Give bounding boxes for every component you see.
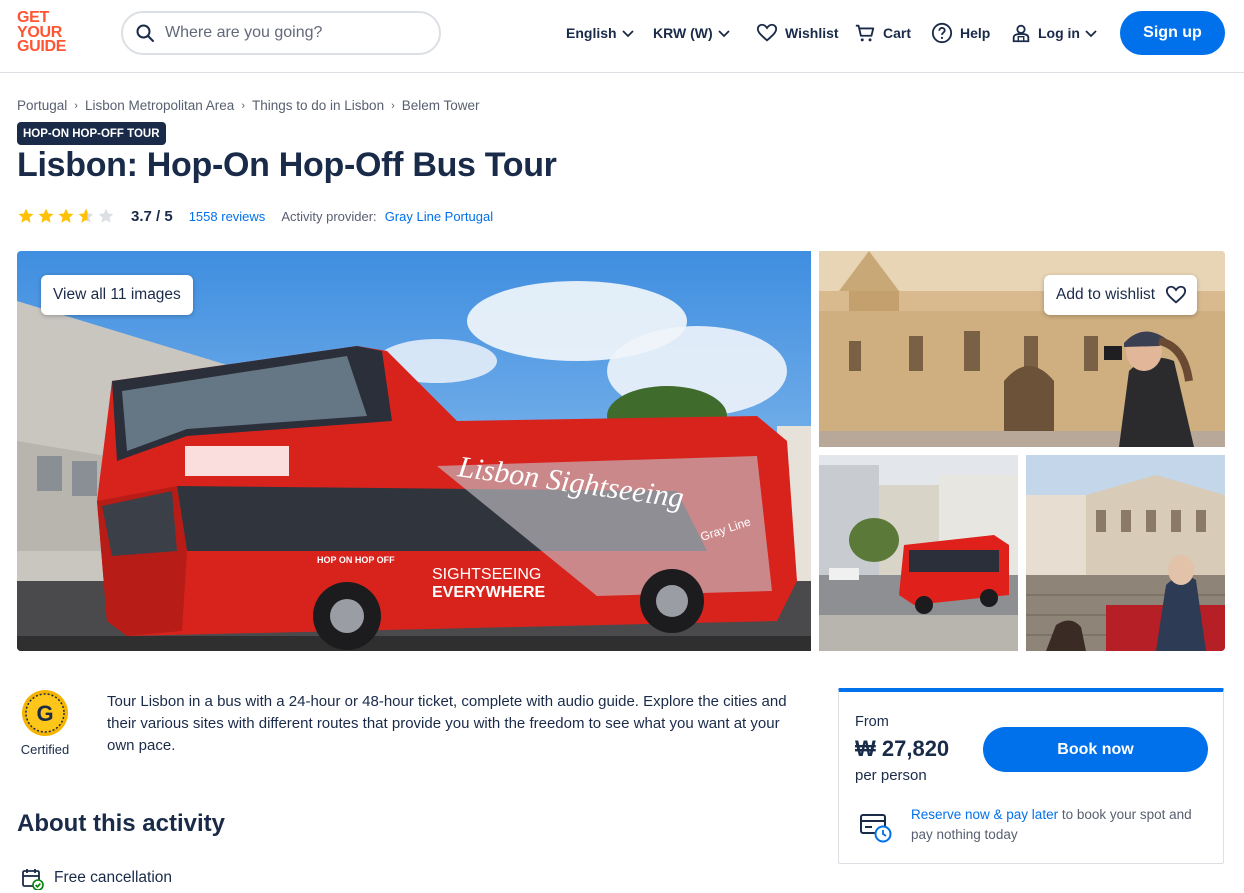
certified-medal-icon: G <box>22 690 68 736</box>
heart-icon <box>756 23 778 42</box>
star-icon <box>38 208 54 223</box>
chevron-down-icon <box>717 30 730 38</box>
help-icon <box>931 22 953 44</box>
cart-link[interactable]: Cart <box>854 20 911 46</box>
login-label: Log in <box>1038 25 1080 41</box>
star-empty-icon <box>98 208 114 223</box>
heart-icon <box>1165 285 1187 304</box>
help-link[interactable]: Help <box>931 20 990 46</box>
cart-label: Cart <box>883 25 912 41</box>
bus-text-hop-on: HOP ON HOP OFF <box>317 555 395 565</box>
breadcrumb-belem-tower[interactable]: Belem Tower <box>402 98 480 113</box>
reserve-now-pay-later: Reserve now & pay later to book your spo… <box>911 805 1211 845</box>
monastery-image[interactable]: Add to wishlist <box>819 251 1225 447</box>
search-icon <box>136 24 154 42</box>
breadcrumb-portugal[interactable]: Portugal <box>17 98 67 113</box>
bus-text-sightseeing: SIGHTSEEING <box>432 566 541 583</box>
provider-label: Activity provider: <box>281 208 377 224</box>
free-cancellation-label: Free cancellation <box>54 869 173 886</box>
free-cancellation-item: Free cancellation <box>20 866 172 890</box>
certified-badge: G Certified <box>17 688 73 757</box>
price-value: ₩ 27,820 <box>855 736 950 761</box>
login-menu[interactable]: Log in <box>1010 20 1098 46</box>
reviews-link[interactable]: 1558 reviews <box>189 209 266 224</box>
bus-text-everywhere: EVERYWHERE <box>432 584 546 601</box>
getyourguide-logo[interactable]: GET YOUR GUIDE <box>17 10 75 57</box>
signup-button[interactable]: Sign up <box>1120 11 1225 55</box>
view-all-images-label: View all 11 images <box>53 286 181 303</box>
language-label: English <box>566 25 617 41</box>
calendar-check-icon <box>22 869 44 890</box>
per-person-label: per person <box>855 767 927 784</box>
provider-link[interactable]: Gray Line Portugal <box>385 209 493 224</box>
breadcrumb-separator: › <box>74 99 78 112</box>
wishlist-label: Wishlist <box>785 25 839 41</box>
add-to-wishlist-button[interactable]: Add to wishlist <box>1044 275 1198 315</box>
star-icon <box>58 208 74 223</box>
add-to-wishlist-label: Add to wishlist <box>1056 286 1156 303</box>
top-header: GET YOUR GUIDE English KRW (W) Wishlist … <box>0 0 1244 73</box>
language-selector[interactable]: English <box>566 20 635 46</box>
category-badge: HOP-ON HOP-OFF TOUR <box>17 122 166 145</box>
help-label: Help <box>960 25 991 41</box>
main-bus-image[interactable]: Lisbon Sightseeing SIGHTSEEING EVERYWHER… <box>17 251 811 651</box>
breadcrumb-separator: › <box>241 99 245 112</box>
breadcrumb: Portugal › Lisbon Metropolitan Area › Th… <box>17 98 480 113</box>
booking-card: From ₩ 27,820 per person Book now Reserv… <box>838 688 1224 864</box>
flag-stickers <box>185 446 289 476</box>
view-all-images-button[interactable]: View all 11 images <box>41 275 193 315</box>
star-half-icon <box>78 208 94 223</box>
currency-label: KRW (W) <box>653 25 713 41</box>
about-heading: About this activity <box>17 810 226 837</box>
wishlist-link[interactable]: Wishlist <box>756 20 839 46</box>
breadcrumb-things-to-do[interactable]: Things to do in Lisbon <box>252 98 384 113</box>
user-icon <box>1012 24 1030 43</box>
star-rating <box>17 207 115 225</box>
red-bus-street-image[interactable] <box>819 455 1018 651</box>
chevron-down-icon <box>1085 30 1097 38</box>
certified-label: Certified <box>20 742 70 757</box>
price-from-label: From <box>855 714 889 730</box>
page-title: Lisbon: Hop-On Hop-Off Bus Tour <box>17 146 557 184</box>
activity-description: Tour Lisbon in a bus with a 24-hour or 4… <box>107 693 787 754</box>
certified-letter: G <box>36 701 53 726</box>
logo-line-3: GUIDE <box>17 38 67 55</box>
rating-row: 3.7 / 5 1558 reviews Activity provider: … <box>17 205 493 227</box>
search-bar[interactable] <box>121 11 441 55</box>
chevron-down-icon <box>621 30 634 38</box>
rating-value: 3.7 / 5 <box>131 207 173 225</box>
breadcrumb-separator: › <box>391 99 395 112</box>
breadcrumb-lisbon-metro[interactable]: Lisbon Metropolitan Area <box>85 98 234 113</box>
square-tour-image[interactable] <box>1026 455 1225 651</box>
star-icon <box>18 208 34 223</box>
currency-selector[interactable]: KRW (W) <box>653 20 731 46</box>
reserve-now-link[interactable]: Reserve now & pay later <box>911 807 1058 822</box>
search-input[interactable] <box>165 24 425 42</box>
cart-icon <box>855 24 875 42</box>
reserve-card-clock-icon <box>860 814 892 843</box>
book-now-button[interactable]: Book now <box>983 727 1208 772</box>
